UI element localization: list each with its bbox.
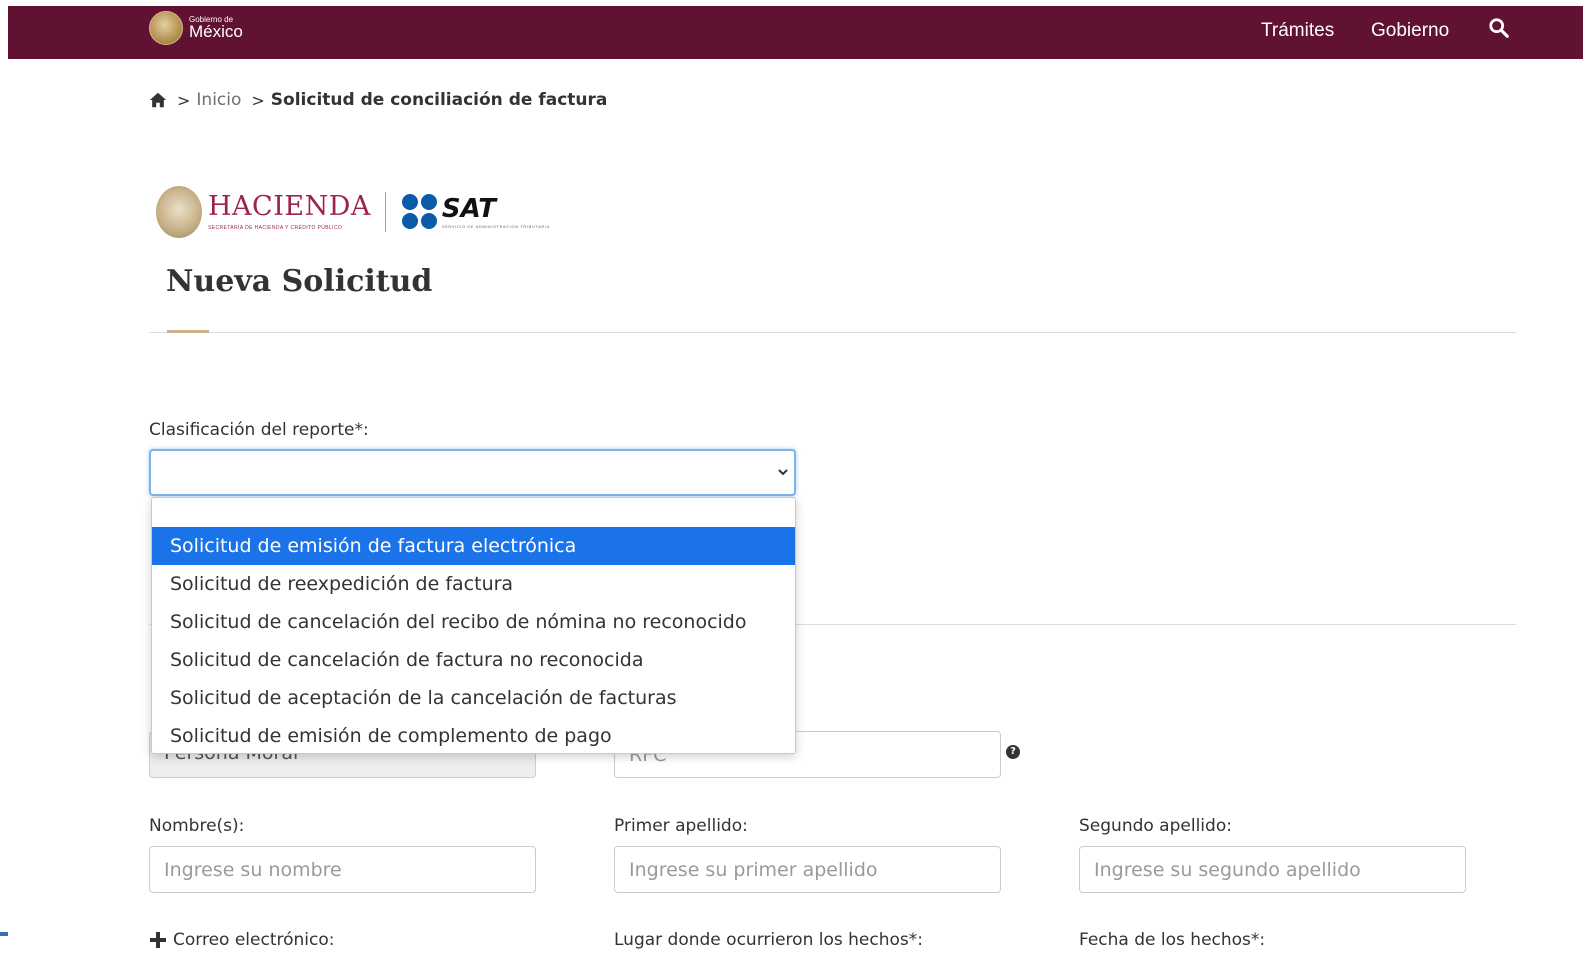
- correo-label: Correo electrónico:: [173, 930, 335, 950]
- chevron-down-icon[interactable]: [777, 466, 789, 478]
- breadcrumb-link-inicio[interactable]: Inicio: [196, 90, 241, 110]
- primer-apellido-input[interactable]: Ingrese su primer apellido: [614, 846, 1001, 893]
- segundo-apellido-input[interactable]: Ingrese su segundo apellido: [1079, 846, 1466, 893]
- title-accent-bar: [167, 330, 209, 333]
- dropdown-option[interactable]: Solicitud de emisión de complemento de p…: [152, 717, 795, 753]
- clasificacion-select[interactable]: [149, 449, 796, 496]
- hacienda-logo-title: HACIENDA: [208, 191, 371, 222]
- search-icon[interactable]: [1488, 17, 1510, 39]
- clasificacion-dropdown-list[interactable]: Solicitud de emisión de factura electrón…: [151, 497, 796, 754]
- sat-logo-title: SAT: [441, 193, 496, 224]
- gobierno-logo-text: Gobierno de México: [189, 16, 243, 41]
- top-navbar: Gobierno de México Trámites Gobierno: [8, 6, 1583, 59]
- fecha-label: Fecha de los hechos*:: [1079, 930, 1266, 950]
- nav-link-gobierno[interactable]: Gobierno: [1371, 20, 1449, 42]
- dropdown-option[interactable]: Solicitud de emisión de factura electrón…: [152, 527, 795, 565]
- correo-toggle[interactable]: Correo electrónico:: [149, 930, 334, 950]
- title-divider: [149, 332, 1516, 333]
- dropdown-option[interactable]: Solicitud de aceptación de la cancelació…: [152, 679, 795, 717]
- gobierno-mexico-logo[interactable]: Gobierno de México: [149, 8, 243, 48]
- primer-apellido-label: Primer apellido:: [614, 816, 748, 836]
- plus-icon[interactable]: [149, 931, 167, 949]
- breadcrumb-current: Solicitud de conciliación de factura: [270, 90, 608, 110]
- dropdown-option[interactable]: Solicitud de reexpedición de factura: [152, 565, 795, 603]
- dropdown-option[interactable]: Solicitud de cancelación del recibo de n…: [152, 603, 795, 641]
- breadcrumb-separator: >: [177, 90, 191, 110]
- nombre-label: Nombre(s):: [149, 816, 245, 836]
- nombre-input[interactable]: Ingrese su nombre: [149, 846, 536, 893]
- nav-link-tramites[interactable]: Trámites: [1261, 20, 1334, 42]
- breadcrumb-separator: >: [251, 90, 265, 110]
- lugar-label: Lugar donde ocurrieron los hechos*:: [614, 930, 923, 950]
- logo-divider: [384, 192, 386, 232]
- clasificacion-label: Clasificación del reporte*:: [149, 420, 369, 440]
- breadcrumb: > Inicio > Solicitud de conciliación de …: [149, 88, 607, 112]
- gobierno-logo-big: México: [189, 22, 243, 41]
- segundo-apellido-label: Segundo apellido:: [1079, 816, 1232, 836]
- edge-marker: [0, 932, 8, 936]
- dropdown-option-empty[interactable]: [152, 498, 795, 527]
- sat-dots-icon: [401, 194, 438, 230]
- gobierno-seal-icon: [149, 11, 183, 45]
- hacienda-sat-logos: HACIENDA SECRETARÍA DE HACIENDA Y CRÉDIT…: [156, 182, 592, 242]
- sat-logo-subtitle: SERVICIO DE ADMINISTRACIÓN TRIBUTARIA: [441, 223, 550, 229]
- help-icon[interactable]: ?: [1006, 745, 1020, 759]
- hacienda-logo-subtitle: SECRETARÍA DE HACIENDA Y CRÉDITO PÚBLICO: [208, 225, 343, 231]
- hacienda-logo: HACIENDA SECRETARÍA DE HACIENDA Y CRÉDIT…: [208, 193, 371, 231]
- page-title: Nueva Solicitud: [166, 264, 433, 299]
- hacienda-seal-icon: [156, 186, 202, 238]
- home-icon[interactable]: [149, 91, 167, 109]
- sat-logo: SAT SERVICIO DE ADMINISTRACIÓN TRIBUTARI…: [442, 196, 592, 229]
- dropdown-option[interactable]: Solicitud de cancelación de factura no r…: [152, 641, 795, 679]
